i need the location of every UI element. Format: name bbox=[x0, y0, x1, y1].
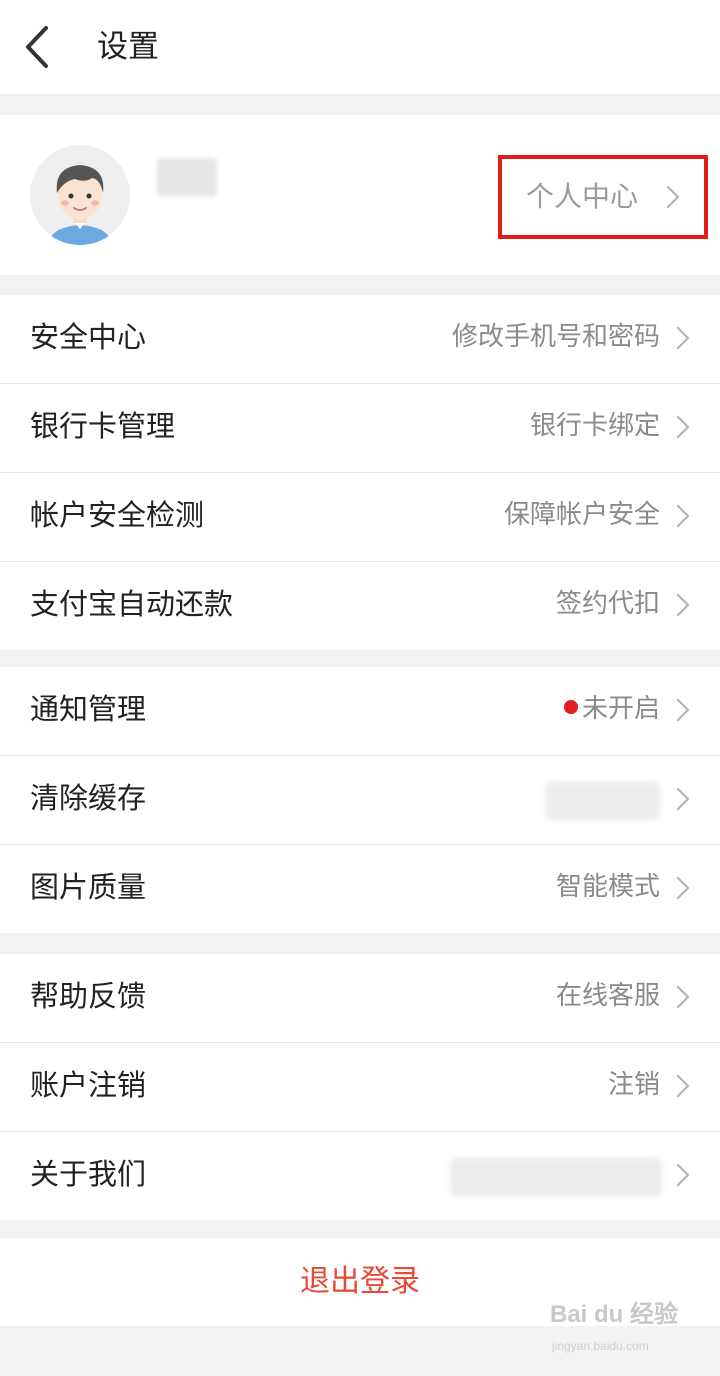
row-value: 签约代扣 bbox=[555, 589, 660, 619]
row-value: 注销 bbox=[607, 1070, 660, 1100]
chevron-right-icon bbox=[676, 698, 690, 722]
row-label: 通知管理 bbox=[30, 692, 147, 726]
personal-center-link[interactable]: 个人中心 bbox=[498, 155, 708, 239]
row-label: 安全中心 bbox=[30, 320, 147, 354]
chevron-right-icon bbox=[666, 185, 680, 209]
row-label: 银行卡管理 bbox=[30, 409, 176, 443]
row-label: 支付宝自动还款 bbox=[30, 587, 234, 621]
row-notification-management[interactable]: 通知管理 未开启 bbox=[0, 667, 720, 756]
row-image-quality[interactable]: 图片质量 智能模式 bbox=[0, 845, 720, 933]
row-label: 关于我们 bbox=[30, 1157, 147, 1191]
row-alipay-auto-repay[interactable]: 支付宝自动还款 签约代扣 bbox=[0, 562, 720, 650]
row-value: 修改手机号和密码 bbox=[451, 322, 660, 352]
watermark-main: Bai du 经验 bbox=[550, 1301, 679, 1328]
user-avatar-icon[interactable] bbox=[30, 145, 130, 245]
row-bank-card[interactable]: 银行卡管理 银行卡绑定 bbox=[0, 384, 720, 473]
chevron-right-icon bbox=[676, 787, 690, 811]
back-button[interactable] bbox=[14, 18, 70, 76]
row-label: 图片质量 bbox=[30, 870, 147, 904]
page-title: 设置 bbox=[97, 29, 159, 65]
cache-size-blurred bbox=[545, 782, 660, 820]
chevron-right-icon bbox=[676, 985, 690, 1009]
username-blurred bbox=[157, 158, 217, 196]
baidu-jingyan-watermark: Bai du 经验 jingyan.baidu.com bbox=[550, 1300, 710, 1366]
row-value: 未开启 bbox=[563, 691, 660, 727]
settings-group-app: 通知管理 未开启 清除缓存 图片质量 智能模式 bbox=[0, 667, 720, 933]
chevron-right-icon bbox=[676, 504, 690, 528]
row-security-center[interactable]: 安全中心 修改手机号和密码 bbox=[0, 295, 720, 384]
row-value: 智能模式 bbox=[555, 872, 660, 902]
chevron-right-icon bbox=[676, 1163, 690, 1187]
chevron-right-icon bbox=[676, 326, 690, 350]
watermark-sub: jingyan.baidu.com bbox=[552, 1339, 649, 1353]
personal-center-label: 个人中心 bbox=[526, 180, 639, 213]
settings-group-account: 安全中心 修改手机号和密码 银行卡管理 银行卡绑定 帐户安全检测 保障帐户安全 … bbox=[0, 295, 720, 650]
row-about-us[interactable]: 关于我们 bbox=[0, 1132, 720, 1220]
profile-card[interactable]: 个人中心 bbox=[0, 115, 720, 275]
version-blurred bbox=[450, 1158, 662, 1196]
notification-dot bbox=[563, 699, 578, 714]
notification-status: 未开启 bbox=[581, 694, 660, 724]
row-value: 银行卡绑定 bbox=[529, 411, 660, 441]
row-label: 清除缓存 bbox=[30, 781, 147, 815]
row-value: 在线客服 bbox=[555, 981, 660, 1011]
row-label: 账户注销 bbox=[30, 1068, 147, 1102]
row-help-feedback[interactable]: 帮助反馈 在线客服 bbox=[0, 954, 720, 1043]
settings-group-support: 帮助反馈 在线客服 账户注销 注销 关于我们 bbox=[0, 954, 720, 1220]
row-account-cancellation[interactable]: 账户注销 注销 bbox=[0, 1043, 720, 1132]
chevron-right-icon bbox=[676, 876, 690, 900]
top-bar: 设置 bbox=[0, 0, 720, 94]
chevron-left-icon bbox=[26, 26, 48, 68]
row-clear-cache[interactable]: 清除缓存 bbox=[0, 756, 720, 845]
row-value: 保障帐户安全 bbox=[503, 500, 660, 530]
chevron-right-icon bbox=[676, 1074, 690, 1098]
row-account-security-check[interactable]: 帐户安全检测 保障帐户安全 bbox=[0, 473, 720, 562]
chevron-right-icon bbox=[676, 415, 690, 439]
row-label: 帮助反馈 bbox=[30, 979, 147, 1013]
row-label: 帐户安全检测 bbox=[30, 498, 205, 532]
chevron-right-icon bbox=[676, 593, 690, 617]
logout-label: 退出登录 bbox=[300, 1264, 420, 1299]
